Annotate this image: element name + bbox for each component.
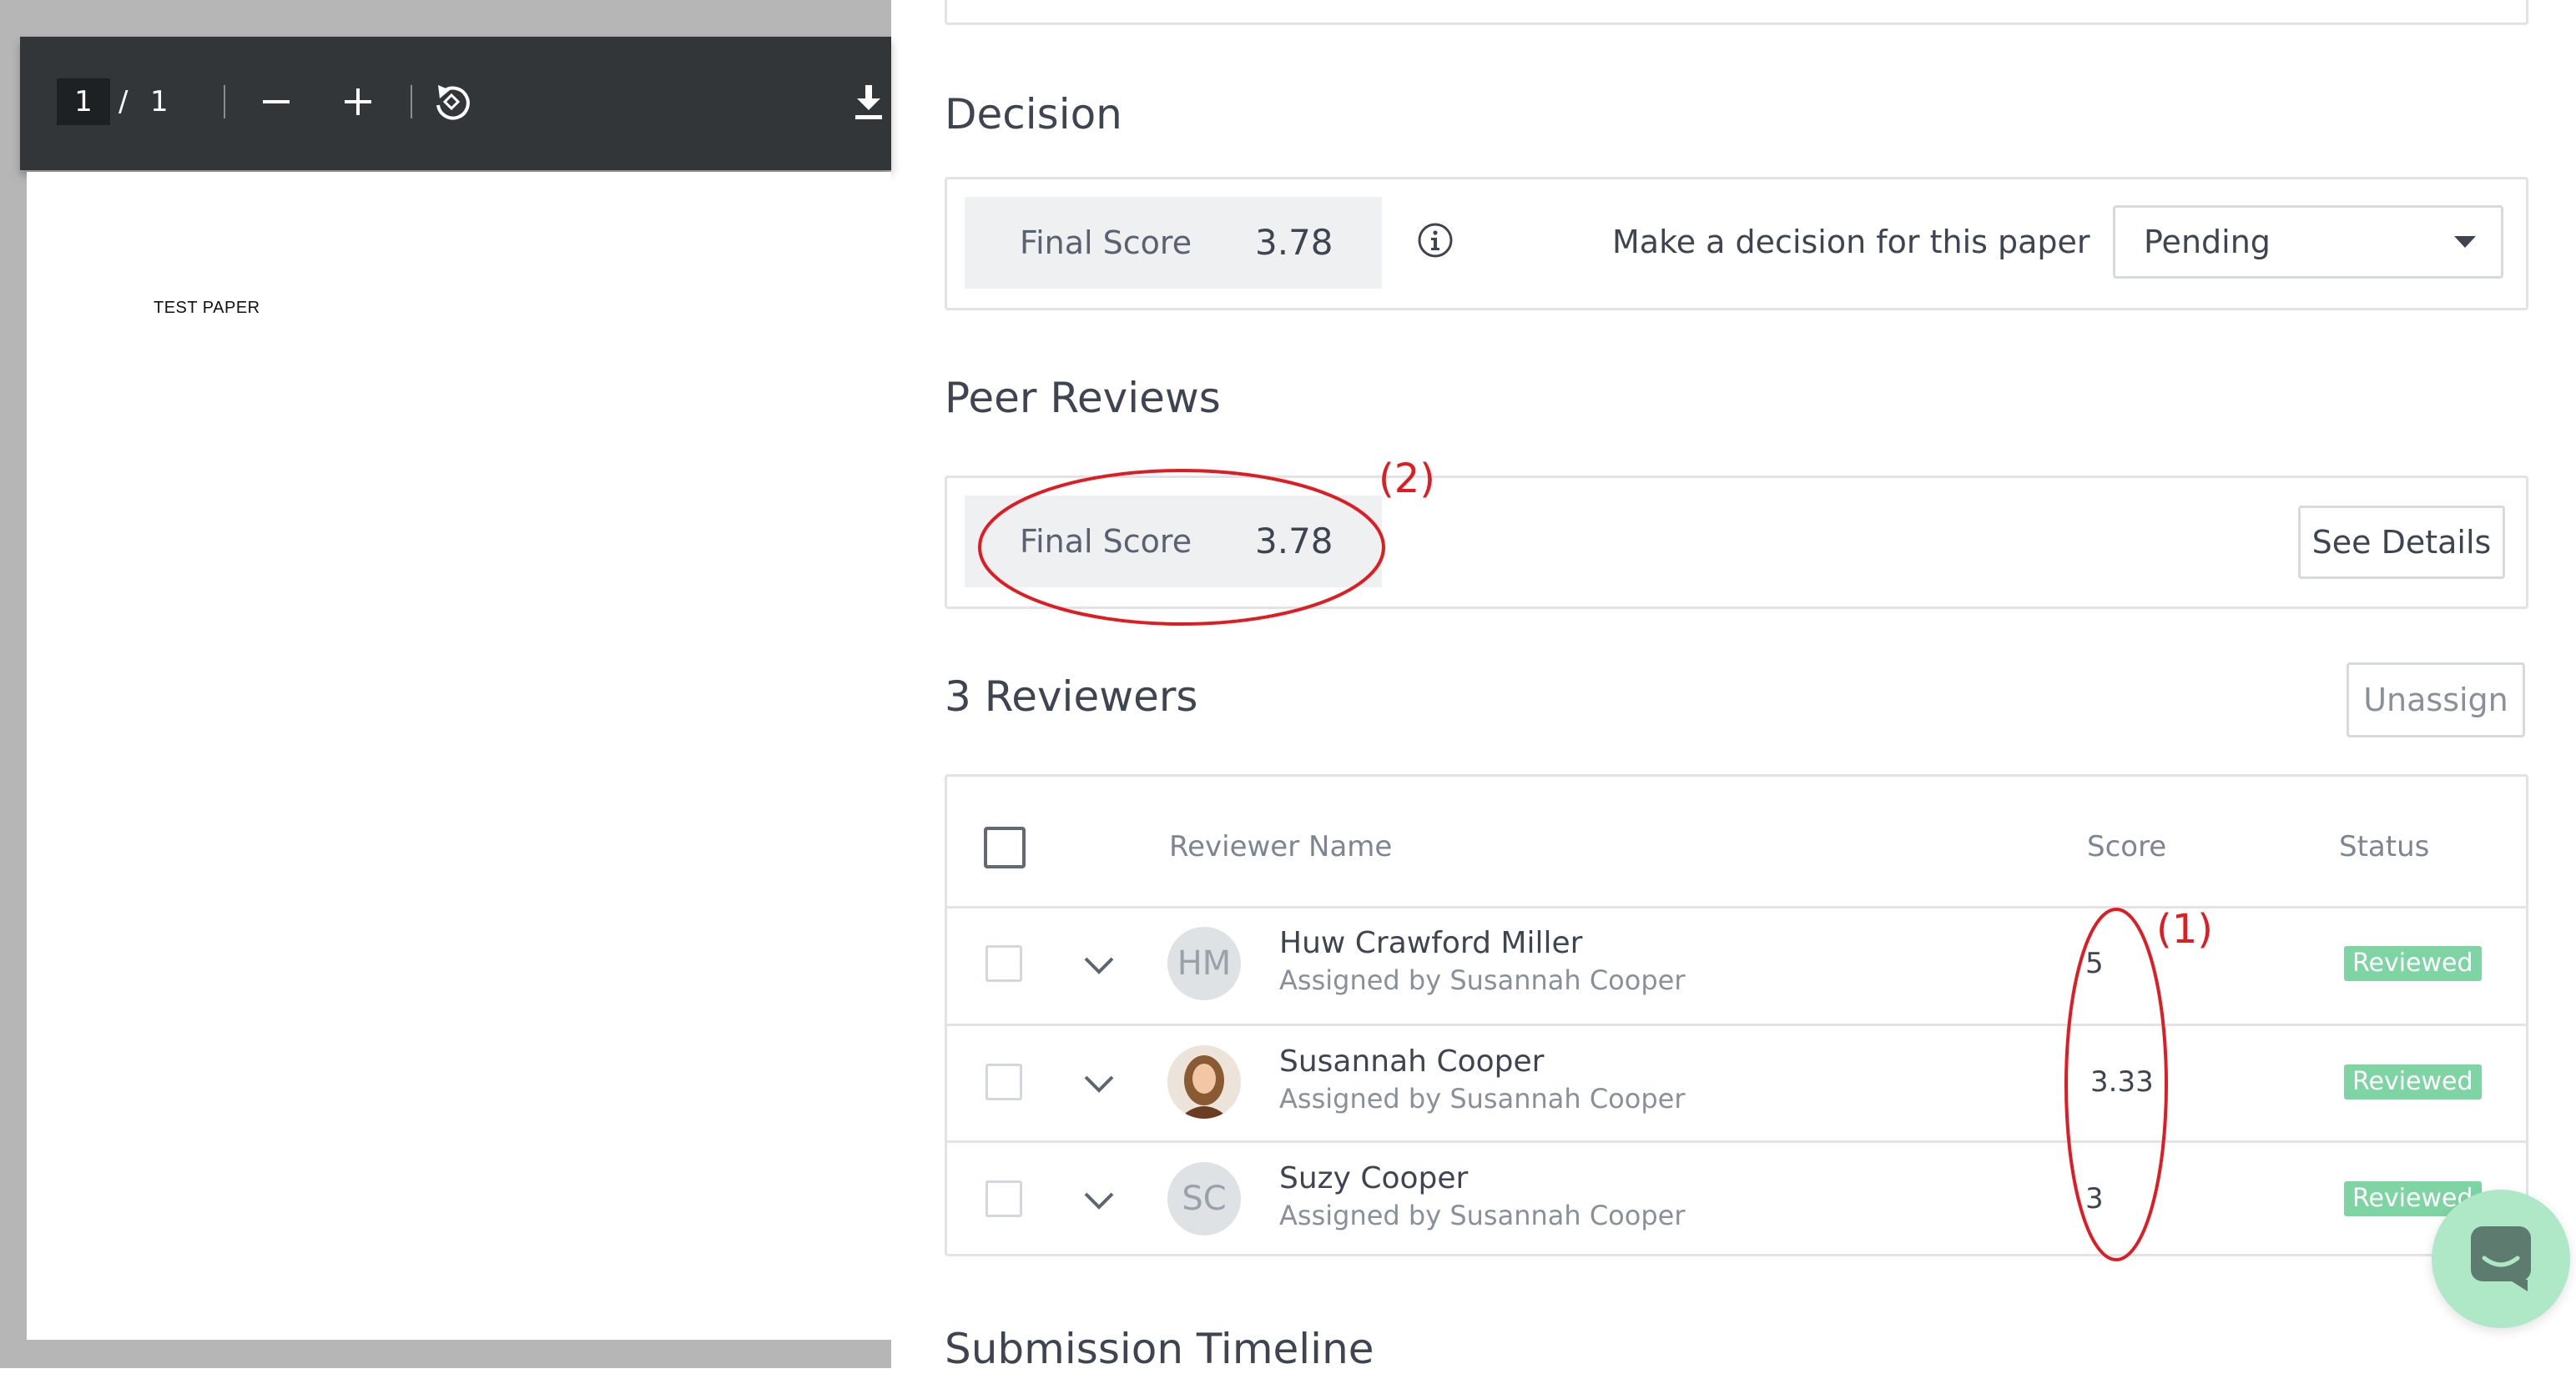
previous-section-card <box>945 0 2528 25</box>
submission-timeline-heading: Submission Timeline <box>945 1325 1374 1373</box>
avatar: HM <box>1167 927 1241 1000</box>
status-badge: Reviewed <box>2344 946 2482 981</box>
row-checkbox[interactable] <box>986 945 1022 982</box>
zoom-out-icon <box>263 100 290 103</box>
chat-launcher-button[interactable] <box>2432 1190 2570 1328</box>
assigned-by: Assigned by Susannah Cooper <box>1279 964 1686 996</box>
final-score-label: Final Score <box>1020 224 1192 261</box>
rotate-button[interactable] <box>422 70 481 133</box>
pdf-toolbar: 1 / 1 <box>20 37 891 170</box>
zoom-in-icon <box>345 88 371 115</box>
row-checkbox[interactable] <box>986 1180 1022 1217</box>
select-all-checkbox[interactable] <box>984 827 1026 868</box>
peer-reviews-heading: Peer Reviews <box>945 374 1221 422</box>
chevron-down-icon[interactable] <box>1082 1189 1116 1214</box>
status-badge: Reviewed <box>2344 1064 2482 1100</box>
chevron-down-icon[interactable] <box>1082 954 1116 979</box>
decision-select-value: Pending <box>2144 224 2271 260</box>
toolbar-divider <box>411 85 412 118</box>
reviewer-score: 3 <box>2085 1182 2104 1215</box>
total-pages: 1 <box>150 85 169 118</box>
decision-final-score: Final Score 3.78 <box>965 197 1382 289</box>
download-button[interactable] <box>846 70 891 133</box>
avatar-photo <box>1167 1045 1241 1119</box>
decision-heading: Decision <box>945 90 1122 138</box>
pdf-viewer: 1 / 1 TEST PAPER <box>0 0 891 1368</box>
peer-final-score: Final Score 3.78 <box>965 496 1382 587</box>
reviewer-name[interactable]: Susannah Cooper <box>1279 1044 1544 1080</box>
reviewers-table: Reviewer Name Score Status HM Huw Crawfo… <box>945 774 2528 1256</box>
avatar: SC <box>1167 1162 1241 1236</box>
final-score-value: 3.78 <box>1255 521 1333 561</box>
chevron-down-icon[interactable] <box>1082 1072 1116 1097</box>
assigned-by: Assigned by Susannah Cooper <box>1279 1200 1686 1231</box>
row-divider <box>947 1024 2526 1026</box>
row-divider <box>947 1140 2526 1143</box>
reviewer-score: 5 <box>2085 947 2104 980</box>
final-score-label: Final Score <box>1020 523 1192 560</box>
zoom-out-button[interactable] <box>247 70 305 133</box>
page-number-input[interactable]: 1 <box>57 78 110 125</box>
reviewer-name[interactable]: Huw Crawford Miller <box>1279 925 1582 962</box>
info-icon[interactable] <box>1417 222 1454 259</box>
column-header-reviewer-name[interactable]: Reviewer Name <box>1169 828 1392 865</box>
reviewers-heading: 3 Reviewers <box>945 672 1198 721</box>
reviewer-name[interactable]: Suzy Cooper <box>1279 1160 1468 1197</box>
assigned-by: Assigned by Susannah Cooper <box>1279 1083 1686 1115</box>
annotation-label-1: (1) <box>2156 906 2213 953</box>
pdf-page: TEST PAPER <box>27 172 891 1340</box>
row-divider <box>947 906 2526 908</box>
page-separator: / <box>118 85 129 118</box>
column-header-status[interactable]: Status <box>2339 828 2429 865</box>
rotate-icon <box>436 85 470 120</box>
decision-select[interactable]: Pending <box>2113 205 2503 279</box>
caret-down-icon <box>2454 236 2476 248</box>
reviewer-score: 3.33 <box>2090 1065 2154 1099</box>
download-icon <box>855 85 882 119</box>
annotation-label-2: (2) <box>1379 455 1435 502</box>
toolbar-divider <box>224 85 225 118</box>
pdf-document-title: TEST PAPER <box>154 299 260 317</box>
final-score-value: 3.78 <box>1255 222 1333 263</box>
chat-icon <box>2471 1226 2531 1291</box>
zoom-in-button[interactable] <box>329 70 387 133</box>
see-details-button[interactable]: See Details <box>2298 506 2505 579</box>
decision-prompt: Make a decision for this paper <box>1612 224 2090 260</box>
unassign-button[interactable]: Unassign <box>2347 662 2525 737</box>
row-checkbox[interactable] <box>986 1064 1022 1100</box>
person-photo-icon <box>1167 1045 1241 1119</box>
column-header-score[interactable]: Score <box>2087 828 2166 865</box>
